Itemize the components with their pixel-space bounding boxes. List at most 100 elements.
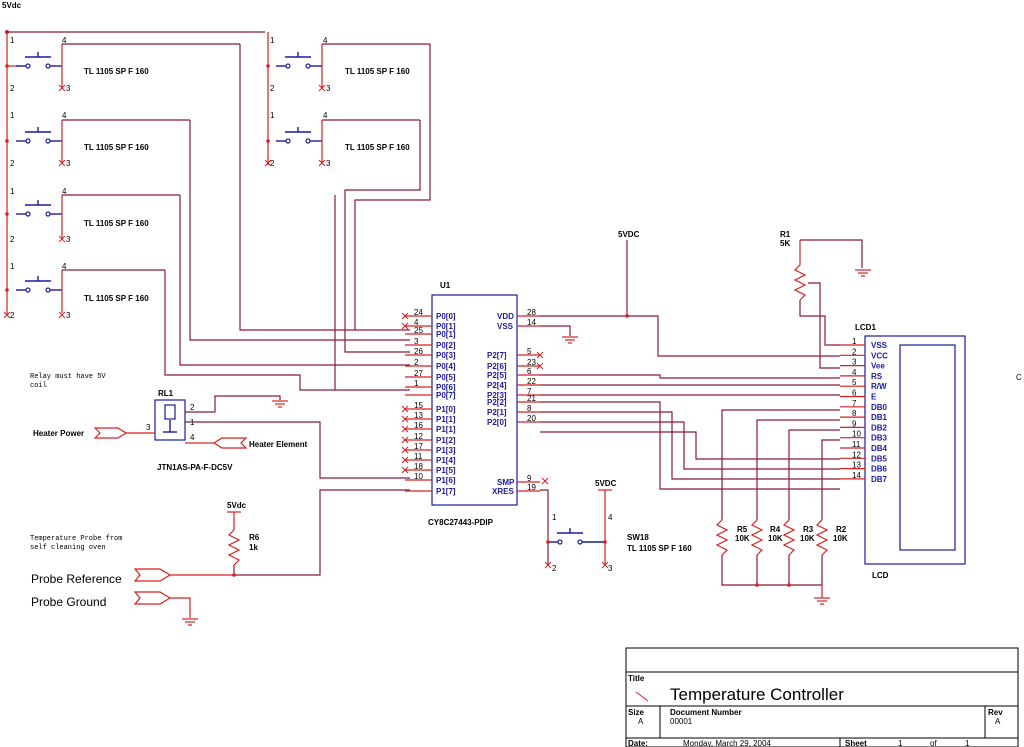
svg-text:3: 3 — [326, 84, 331, 93]
doc-value: 00001 — [670, 717, 693, 726]
mcu-pin-name: VSS — [497, 322, 514, 331]
lcd-pin-name: VSS — [871, 341, 888, 350]
mcu-pin-number: 22 — [527, 377, 536, 386]
mcu-pin-name: P1[7] — [436, 487, 456, 496]
switch-2: 1 4 2 3 TL 1105 SP F 160 — [10, 111, 190, 168]
ground-vss — [562, 336, 578, 344]
heater-element-connector: Heater Element — [200, 437, 308, 449]
title-text: Temperature Controller — [670, 685, 844, 704]
r2-ref: R2 — [836, 525, 847, 534]
mcu-pin-number: 28 — [527, 308, 536, 317]
svg-text:Probe Ground: Probe Ground — [31, 595, 106, 609]
of-label: of — [930, 739, 937, 747]
supply-label-r6: 5Vdc — [227, 501, 247, 510]
mcu-pin-name: P0[2] — [436, 341, 456, 350]
mcu-right-pins: VDD 28VSS 14P2[7] 5P2[6] 23P2[5] 6P2[4] 22P2[3… — [401, 308, 544, 496]
r5-value: 10K — [735, 534, 750, 543]
mcu-pin-name: P2[5] — [487, 371, 507, 380]
lcd-pin-name: DB4 — [871, 444, 888, 453]
svg-text:2: 2 — [270, 84, 275, 93]
r5-ref: R5 — [737, 525, 748, 534]
svg-text:3: 3 — [66, 235, 71, 244]
svg-text:1: 1 — [10, 36, 15, 45]
svg-text:1: 1 — [10, 262, 15, 271]
mcu-pin-name: P2[6] — [487, 362, 507, 371]
lcd-pin-number: 11 — [852, 440, 861, 449]
svg-text:1: 1 — [270, 111, 275, 120]
lcd-pin-number: 5 — [852, 378, 857, 387]
lcd-pin-number: 1 — [852, 337, 857, 346]
probe-note-1: Temperature Probe from — [30, 535, 122, 543]
supply-label-top-left: 5Vdc — [2, 1, 22, 10]
mcu-pin-number: 19 — [527, 483, 536, 492]
mcu-pin-name: P1[0] — [436, 405, 456, 414]
svg-text:2: 2 — [10, 311, 15, 320]
mcu-pin-number: 25 — [414, 326, 423, 335]
mcu-pin-number: 21 — [527, 394, 536, 403]
sheet-label: Sheet — [845, 739, 867, 747]
svg-text:4: 4 — [190, 433, 195, 442]
mcu-pin-number: 15 — [414, 401, 423, 410]
mcu-pin-name: P1[2] — [436, 436, 456, 445]
svg-text:5K: 5K — [780, 239, 790, 248]
lcd-pin-name: E — [871, 393, 877, 402]
svg-text:3: 3 — [326, 159, 331, 168]
mcu-ref: U1 — [440, 281, 451, 290]
svg-text:3: 3 — [66, 84, 71, 93]
svg-text:1: 1 — [270, 36, 275, 45]
lcd-pin-number: 3 — [852, 358, 857, 367]
edge-mark: C — [1016, 373, 1022, 382]
svg-text:TL 1105 SP F 160: TL 1105 SP F 160 — [84, 294, 149, 303]
svg-text:1: 1 — [10, 187, 15, 196]
mcu-pin-number: 27 — [414, 369, 423, 378]
svg-text:TL 1105 SP F 160: TL 1105 SP F 160 — [345, 143, 410, 152]
mcu-pin-name: P1[3] — [436, 446, 456, 455]
rev-value: A — [995, 717, 1001, 726]
doc-label: Document Number — [670, 708, 742, 717]
r6-value: 1k — [249, 543, 258, 552]
r2-value: 10K — [833, 534, 848, 543]
mcu-pin-name: SMP — [497, 478, 515, 487]
mcu-pin-name: P0[3] — [436, 351, 456, 360]
switch-3: 1 4 23 TL 1105 SP F 160 — [10, 187, 180, 244]
svg-text:5VDC: 5VDC — [595, 479, 617, 488]
svg-text:3: 3 — [66, 159, 71, 168]
switch-1: 1 4 23 TL 1105 SP F 160 — [7, 36, 240, 93]
mcu-pin-name: P1[5] — [436, 466, 456, 475]
title-label: Title — [628, 674, 645, 683]
lcd-pin-name: Vee — [871, 362, 885, 371]
mcu-left-pins: P0[0]24P0[1]4P0[1]25P0[2]3P0[3]26P0[4]2P… — [405, 308, 456, 496]
lcd-pin-name: RS — [871, 372, 883, 381]
title-block: Title Temperature Controller Size A Docu… — [625, 647, 1019, 747]
mcu-pin-number: 24 — [414, 308, 423, 317]
mcu-pin-name: XRES — [492, 487, 514, 496]
lcd-pins: 1 VSS 2 VCC 3 Vee 4 RS 5 R/W 6 E 7 DB0 8 DB1 9 DB2 10 DB3 11… — [840, 337, 888, 484]
date-value: Monday, March 29, 2004 — [683, 739, 771, 747]
sheet-value: 1 — [898, 739, 903, 747]
relay-note-2: coil — [30, 382, 47, 390]
mcu-pin-number: 10 — [414, 472, 423, 481]
lcd-pin-number: 9 — [852, 419, 857, 428]
mcu-pin-name: P1[1] — [436, 425, 456, 434]
mcu-pin-name: P0[7] — [436, 391, 456, 400]
mcu-pin-number: 23 — [527, 358, 536, 367]
lcd-pin-number: 8 — [852, 409, 857, 418]
mcu-pin-number: 8 — [527, 404, 532, 413]
svg-text:R1: R1 — [780, 230, 791, 239]
switch-bus-wires — [164, 44, 431, 391]
svg-text:2: 2 — [10, 235, 15, 244]
r6-ref: R6 — [249, 533, 260, 542]
switch-sw18: 1 5VDC 4 2 3 SW18 TL 1105 SP F 160 — [540, 477, 692, 573]
svg-text:2: 2 — [10, 84, 15, 93]
svg-text:2: 2 — [190, 403, 195, 412]
lcd-pin-name: DB1 — [871, 413, 888, 422]
lcd-pin-number: 4 — [852, 368, 857, 377]
svg-text:Heater Element: Heater Element — [249, 440, 308, 449]
mcu-part: CY8C27443-PDIP — [428, 518, 494, 527]
svg-text:2: 2 — [10, 159, 15, 168]
mcu-pin-name: P0[4] — [436, 362, 456, 371]
mcu-pin-name: P0[0] — [436, 312, 456, 321]
mcu-pin-number: 5 — [527, 347, 532, 356]
switch-4: 1 4 23 TL 1105 SP F 160 — [3, 262, 165, 320]
svg-text:4: 4 — [608, 513, 613, 522]
